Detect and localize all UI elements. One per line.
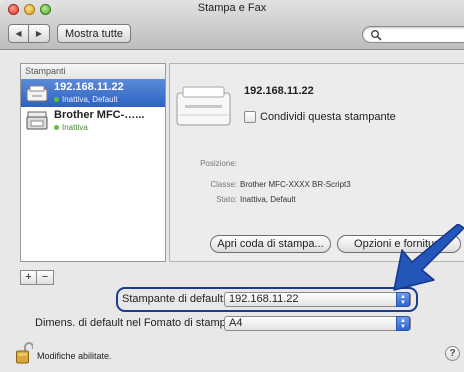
printer-list-header: Stampanti	[21, 64, 165, 79]
lock-status-text: Modifiche abilitate.	[37, 351, 112, 361]
kind-value: Brother MFC-XXXX BR-Script3	[240, 180, 351, 189]
forward-button[interactable]: ▶	[29, 24, 50, 43]
print-fax-window: Stampa e Fax ◀ ▶ Mostra tutte Stampanti	[0, 0, 464, 372]
callout-arrow-icon	[393, 224, 464, 291]
remove-printer-button[interactable]: −	[37, 270, 54, 285]
right-triangle-icon: ▶	[35, 29, 43, 38]
printer-title: 192.168.11.22	[244, 85, 314, 97]
paper-size-popup[interactable]: A4 ▲ ▼	[224, 316, 411, 331]
status-dot-icon	[54, 97, 59, 102]
window-title: Stampa e Fax	[197, 2, 267, 14]
popup-arrows-icon: ▲ ▼	[396, 292, 410, 307]
unlocked-padlock-icon[interactable]	[16, 342, 33, 364]
share-printer-label: Condividi questa stampante	[260, 111, 396, 123]
paper-size-value: A4	[229, 317, 243, 329]
printer-icon	[26, 85, 48, 102]
back-button[interactable]: ◀	[8, 24, 29, 43]
printer-item-brother-mfc[interactable]: Brother MFC-…... Inattiva	[21, 107, 165, 135]
show-all-button[interactable]: Mostra tutte	[57, 24, 131, 43]
printer-status: Inattiva	[54, 123, 88, 132]
location-row: Posizione:	[169, 159, 240, 168]
search-icon	[371, 30, 382, 41]
default-printer-label: Stampante di default:	[122, 293, 226, 305]
printer-item-192-168-11-22[interactable]: 192.168.11.22 Inattiva, Default	[21, 79, 165, 107]
printer-name: 192.168.11.22	[54, 81, 124, 93]
default-printer-value: 192.168.11.22	[229, 293, 299, 305]
printer-status: Inattiva, Default	[54, 95, 118, 104]
left-triangle-icon: ◀	[15, 29, 22, 38]
laser-printer-icon	[176, 86, 231, 126]
paper-size-label: Dimens. di default nel Fomato di stampa:	[35, 317, 235, 329]
add-remove-printer-controls: + −	[20, 270, 54, 285]
kind-row: Classe: Brother MFC-XXXX BR-Script3	[169, 180, 351, 189]
nav-buttons: ◀ ▶	[8, 24, 50, 43]
printer-status-text: Inattiva	[62, 123, 88, 132]
share-printer-option[interactable]: Condividi questa stampante	[244, 111, 396, 123]
status-label: Stato:	[216, 195, 237, 204]
default-printer-popup[interactable]: 192.168.11.22 ▲ ▼	[224, 292, 411, 307]
printer-list: Stampanti 192.168.11.22 Inattiva, Defaul…	[20, 63, 166, 262]
add-printer-button[interactable]: +	[20, 270, 37, 285]
kind-label: Classe:	[210, 180, 237, 189]
help-button[interactable]: ?	[445, 346, 460, 361]
popup-arrows-icon: ▲ ▼	[396, 316, 410, 331]
status-value: Inattiva, Default	[240, 195, 296, 204]
location-label: Posizione:	[200, 159, 237, 168]
open-print-queue-button[interactable]: Apri coda di stampa...	[210, 235, 331, 253]
title-bar: Stampa e Fax ◀ ▶ Mostra tutte	[0, 0, 464, 50]
printer-name: Brother MFC-…...	[54, 109, 145, 121]
status-row: Stato: Inattiva, Default	[169, 195, 296, 204]
multifunction-printer-icon	[26, 111, 48, 130]
share-printer-checkbox[interactable]	[244, 111, 256, 123]
status-dot-icon	[54, 125, 59, 130]
printer-status-text: Inattiva, Default	[62, 95, 118, 104]
search-field[interactable]	[362, 26, 464, 43]
